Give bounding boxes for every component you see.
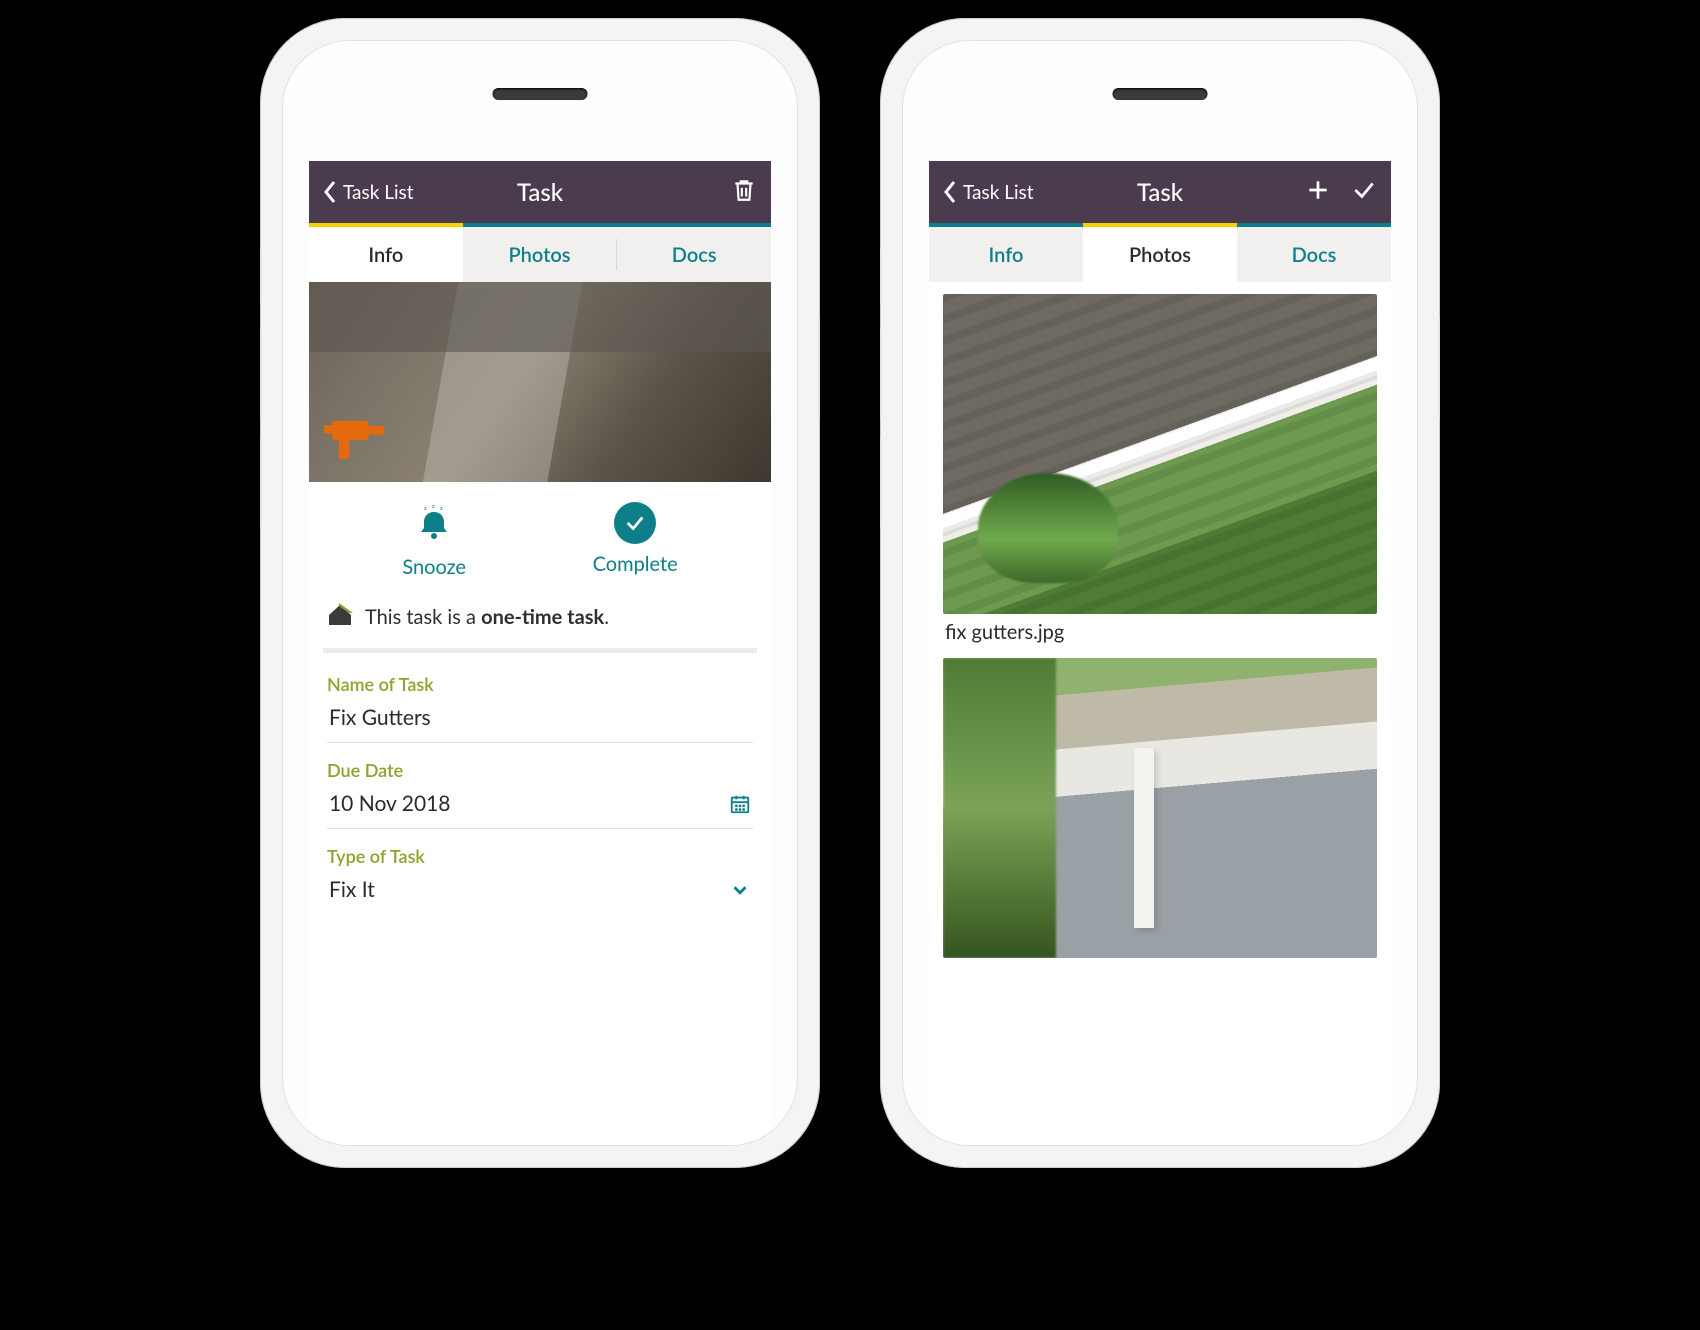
field-value: Fix It <box>329 877 375 902</box>
app-screen: Task List Task <box>309 161 771 1145</box>
tab-photos[interactable]: Photos <box>463 227 617 282</box>
tab-bar: Info Photos Docs <box>309 227 771 282</box>
volume-button <box>260 328 262 418</box>
calendar-icon <box>729 793 751 815</box>
name-input[interactable]: Fix Gutters <box>327 701 753 743</box>
tab-label: Info <box>368 243 403 267</box>
phone-speaker <box>1113 88 1208 100</box>
tab-label: Docs <box>672 243 717 267</box>
tab-photos[interactable]: Photos <box>1083 227 1237 282</box>
field-due-date: Due Date 10 Nov 2018 <box>309 749 771 835</box>
note-text: This task is a one-time task. <box>365 605 609 629</box>
snooze-button[interactable]: z z z Snooze <box>402 502 466 579</box>
field-value: 10 Nov 2018 <box>329 791 451 816</box>
photo-thumbnail <box>943 658 1377 958</box>
chevron-down-icon <box>729 879 751 901</box>
tab-docs[interactable]: Docs <box>1237 227 1391 282</box>
house-icon <box>325 599 355 634</box>
complete-button[interactable]: Complete <box>593 502 678 579</box>
tab-label: Photos <box>1129 243 1191 267</box>
svg-text:z: z <box>432 503 435 510</box>
drill-icon <box>321 410 391 470</box>
chevron-left-icon <box>943 180 957 204</box>
trash-icon <box>731 177 757 203</box>
phone-speaker <box>493 88 588 100</box>
photo-thumbnail <box>943 294 1377 614</box>
add-button[interactable] <box>1305 177 1331 207</box>
snooze-label: Snooze <box>402 555 466 579</box>
power-button <box>818 318 820 418</box>
check-icon <box>1351 177 1377 203</box>
back-label: Task List <box>343 181 414 204</box>
due-date-input[interactable]: 10 Nov 2018 <box>327 787 753 829</box>
tab-info[interactable]: Info <box>309 227 463 282</box>
app-header: Task List Task <box>929 161 1391 223</box>
chevron-left-icon <box>323 180 337 204</box>
phone-right: Task List Task <box>880 18 1440 1168</box>
field-label: Name of Task <box>327 673 753 695</box>
app-header: Task List Task <box>309 161 771 223</box>
tab-label: Info <box>989 243 1024 267</box>
task-actions: z z z Snooze Complete <box>309 482 771 591</box>
field-label: Due Date <box>327 759 753 781</box>
tab-docs[interactable]: Docs <box>617 227 771 282</box>
bell-icon: z z z <box>414 502 454 547</box>
tab-label: Photos <box>509 243 571 267</box>
field-name: Name of Task Fix Gutters <box>309 663 771 749</box>
delete-button[interactable] <box>731 177 757 207</box>
task-note: This task is a one-time task. <box>309 591 771 648</box>
photo-item[interactable]: fix gutters.jpg <box>943 294 1377 644</box>
phone-left: Task List Task <box>260 18 820 1168</box>
tab-label: Docs <box>1292 243 1337 267</box>
field-type: Type of Task Fix It <box>309 835 771 920</box>
volume-button <box>880 248 882 303</box>
photo-caption: fix gutters.jpg <box>943 614 1377 644</box>
check-circle-icon <box>614 502 656 544</box>
photos-list: fix gutters.jpg <box>929 282 1391 984</box>
power-button <box>1438 318 1440 418</box>
type-select[interactable]: Fix It <box>327 873 753 914</box>
back-button[interactable]: Task List <box>323 180 414 204</box>
plus-icon <box>1305 177 1331 203</box>
back-button[interactable]: Task List <box>943 180 1034 204</box>
field-value: Fix Gutters <box>329 705 431 730</box>
complete-label: Complete <box>593 552 678 576</box>
volume-button <box>260 438 262 528</box>
tab-bar: Info Photos Docs <box>929 227 1391 282</box>
app-screen: Task List Task <box>929 161 1391 1145</box>
tab-info[interactable]: Info <box>929 227 1083 282</box>
photo-item[interactable] <box>943 658 1377 958</box>
divider <box>323 648 757 653</box>
volume-button <box>880 328 882 418</box>
svg-text:z: z <box>424 505 427 512</box>
volume-button <box>260 248 262 303</box>
field-label: Type of Task <box>327 845 753 867</box>
back-label: Task List <box>963 181 1034 204</box>
svg-text:z: z <box>440 505 443 512</box>
confirm-button[interactable] <box>1351 177 1377 207</box>
volume-button <box>880 438 882 528</box>
task-hero-image <box>309 282 771 482</box>
